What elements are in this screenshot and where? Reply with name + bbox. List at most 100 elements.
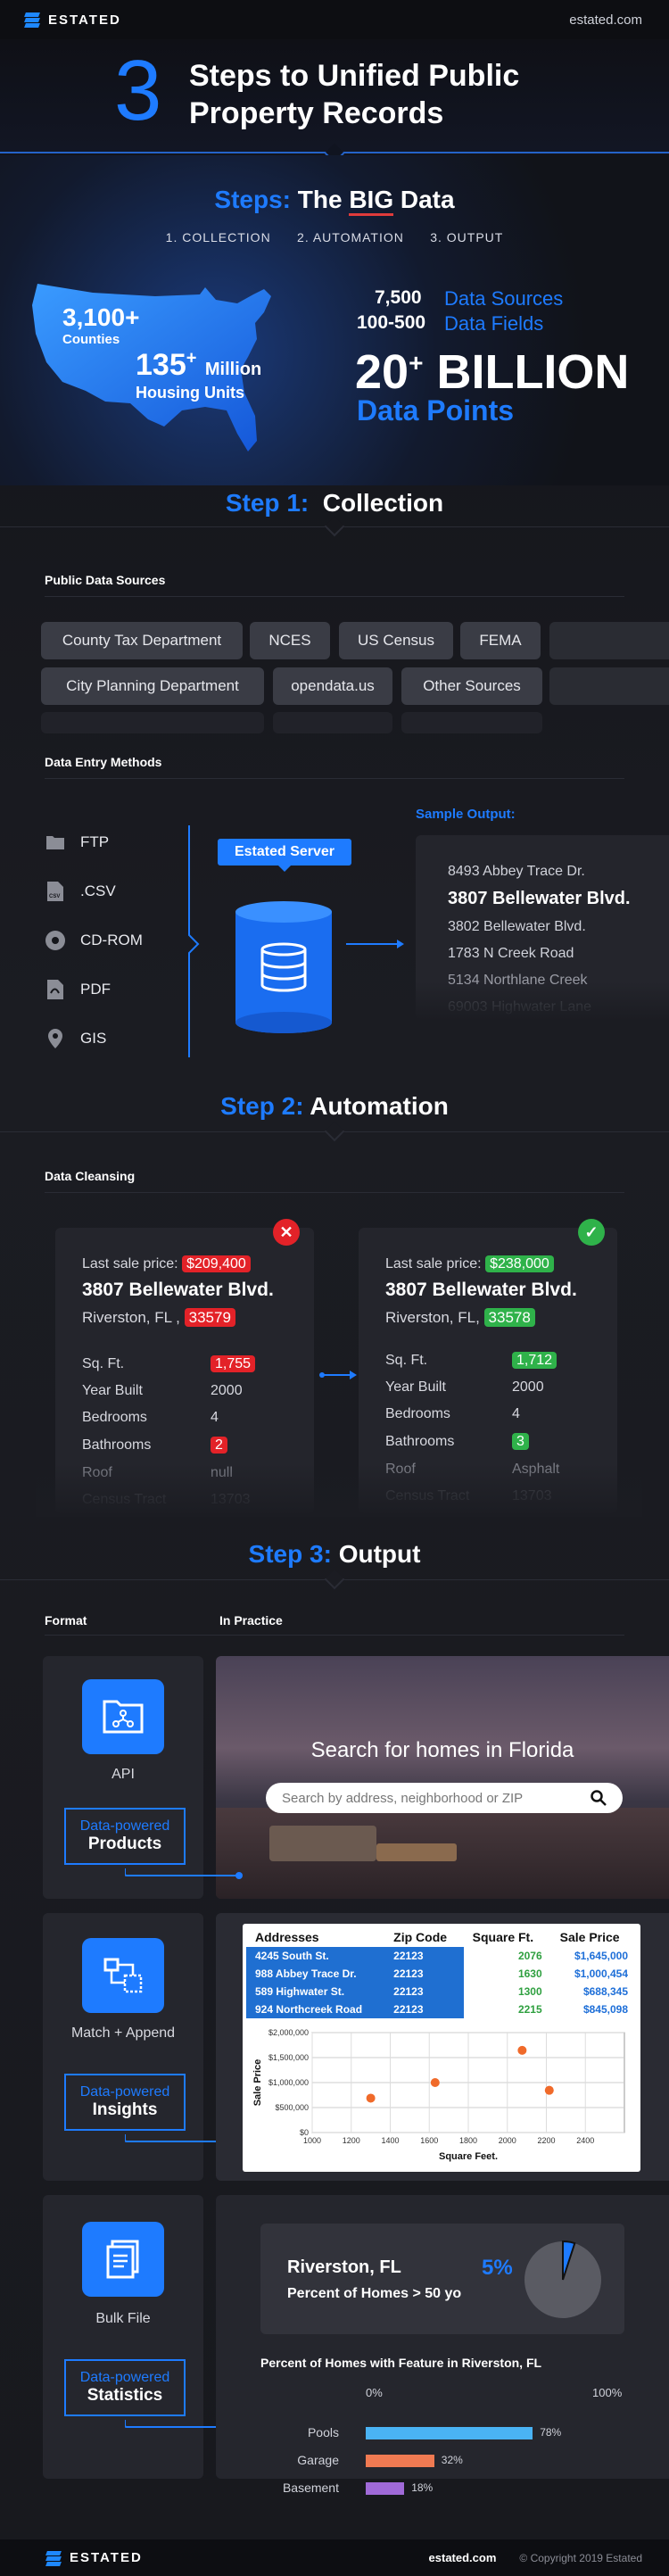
clean-row-label: Year Built	[385, 1379, 446, 1395]
top-bar: ESTATED estated.com	[0, 0, 669, 39]
housing-value: 135	[136, 348, 186, 382]
points-sup: +	[409, 349, 424, 377]
api-folder-network-icon	[82, 1679, 164, 1754]
match-label: Match + Append	[70, 2025, 176, 2041]
box-big-text: Products	[87, 1835, 162, 1853]
price-label: Last sale price:	[82, 1256, 178, 1271]
step2-title: Step 2: Automation	[0, 1092, 669, 1121]
clean-row-value: 1,712	[512, 1352, 558, 1369]
points-value-wrap: 20+ BILLION	[355, 344, 629, 400]
raw-row-label: Bathrooms	[82, 1437, 152, 1453]
method-item: GIS	[45, 1028, 106, 1049]
bulk-label: Bulk File	[95, 2311, 151, 2326]
hero-number: 3	[114, 43, 162, 138]
title-big: BIG	[349, 186, 394, 216]
big-data-title: Steps: The BIG Data	[0, 186, 669, 216]
practice-heading: In Practice	[219, 1613, 283, 1628]
clean-row-value: 3	[512, 1433, 529, 1450]
x-tick-label: 2200	[537, 2136, 555, 2145]
section-notch	[324, 516, 345, 537]
brand-name: ESTATED	[48, 12, 121, 28]
bar-value: 78%	[540, 2426, 562, 2439]
box-small-text: Data-powered	[79, 2084, 170, 2100]
server-label: Estated Server	[218, 839, 351, 866]
bar-value: 18%	[411, 2481, 434, 2494]
step-item: 2. AUTOMATION	[297, 230, 404, 244]
steps-list: 1. COLLECTION 2. AUTOMATION 3. OUTPUT	[0, 230, 669, 244]
clean-row-value: 2000	[512, 1379, 544, 1395]
raw-price-row: Last sale price: $209,400	[82, 1255, 251, 1272]
divider	[45, 1192, 624, 1193]
clean-city-row: Riverston, FL, 33578	[385, 1308, 535, 1327]
price-scatter-chart: $0$500,000$1,000,000$1,500,000$2,000,000…	[252, 2028, 625, 2162]
bar-label: Garage	[297, 2453, 339, 2467]
method-label: .CSV	[80, 882, 116, 899]
clean-row-label: Bathrooms	[385, 1434, 455, 1449]
step3-prefix: Step 3:	[248, 1540, 332, 1568]
bars-axis-min: 0%	[366, 2386, 383, 2399]
search-placeholder: Search by address, neighborhood or ZIP	[282, 1790, 524, 1806]
products-box: Data-powered Products	[64, 1808, 186, 1865]
sources-label: Data Sources	[444, 287, 564, 310]
price-label: Last sale price:	[385, 1256, 482, 1271]
section-notch	[324, 1569, 345, 1590]
raw-zip: 33579	[184, 1308, 235, 1327]
clean-row-value: 13703	[512, 1488, 552, 1503]
arrow-right-icon	[319, 1371, 357, 1379]
scatter-point	[544, 2085, 554, 2095]
y-tick-label: $1,500,000	[268, 2053, 309, 2062]
table-cell: 22123	[384, 1983, 464, 2000]
method-label: FTP	[80, 833, 110, 850]
scatter-point	[430, 2077, 440, 2087]
table-cell: 4245 South St.	[246, 1947, 385, 1965]
raw-row-label: Roof	[82, 1465, 112, 1480]
footer-brand[interactable]: ESTATED	[45, 2549, 143, 2567]
feature-bar	[366, 2427, 533, 2439]
statistics-box: Data-powered Statistics	[64, 2359, 186, 2416]
footer-site-link[interactable]: estated.com	[429, 2551, 497, 2564]
table-cell: 1300	[463, 1983, 551, 2000]
source-pill-faded	[41, 712, 264, 733]
stat-pct-label: Percent of Homes > 50 yo	[287, 2286, 462, 2301]
raw-row-value: 1,755	[211, 1355, 256, 1372]
source-pill: opendata.us	[273, 667, 392, 705]
table-cell: 22123	[384, 1965, 464, 1983]
csv-file-icon: CSV	[45, 881, 66, 902]
clean-zip: 33578	[483, 1308, 535, 1327]
step2-prefix: Step 2:	[220, 1092, 304, 1120]
site-link[interactable]: estated.com	[569, 12, 642, 28]
clean-sqft: 1,712	[512, 1352, 558, 1369]
col-header: Square Ft.	[463, 1927, 551, 1947]
raw-row-value: 2	[211, 1437, 227, 1454]
clean-price-value: $238,000	[485, 1255, 554, 1272]
search-input[interactable]: Search by address, neighborhood or ZIP	[266, 1783, 623, 1813]
fields-value: 100-500	[357, 312, 426, 333]
table-row: 924 Northcreek Road 22123 2215 $845,098	[246, 2000, 637, 2018]
bars-title: Percent of Homes with Feature in Riverst…	[260, 2356, 542, 2370]
box-small-text: Data-powered	[79, 2370, 170, 2385]
points-label: Data Points	[357, 394, 515, 427]
table-cell: 1630	[463, 1965, 551, 1983]
table-cell: 988 Abbey Trace Dr.	[246, 1965, 385, 1983]
bar-label: Basement	[282, 2481, 339, 2495]
source-pill-faded	[549, 667, 669, 705]
housing-unit: Million	[204, 360, 262, 379]
clean-bathrooms: 3	[512, 1433, 529, 1450]
infographic-page: ESTATED estated.com 3 Steps to Unified P…	[0, 0, 669, 2576]
table-cell: $845,098	[550, 2000, 637, 2018]
sample-line: 5134 Northlane Creek	[448, 973, 588, 988]
method-item: CD-ROM	[45, 930, 143, 951]
source-pill: US Census	[339, 622, 453, 659]
table-row: 988 Abbey Trace Dr. 22123 1630 $1,000,454	[246, 1965, 637, 1983]
methods-heading: Data Entry Methods	[45, 755, 162, 769]
search-icon[interactable]	[591, 1790, 607, 1806]
table-cell: 589 Highwater St.	[246, 1983, 385, 2000]
source-pill-faded	[549, 622, 669, 659]
clean-row-label: Roof	[385, 1462, 416, 1477]
points-value: 20	[355, 345, 409, 399]
stat-pct: 5%	[482, 2256, 513, 2280]
hero-title: Steps to Unified Public Property Records	[189, 59, 520, 130]
brand-logo[interactable]: ESTATED	[23, 11, 121, 29]
divider	[45, 596, 624, 597]
sources-value: 7,500	[375, 287, 422, 308]
